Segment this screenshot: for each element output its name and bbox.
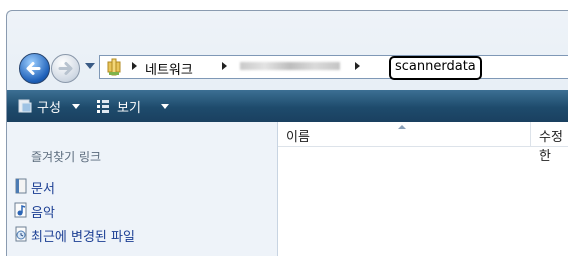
- command-bar: 구성 보기: [7, 90, 568, 122]
- back-button[interactable]: [19, 53, 50, 84]
- forward-arrow-icon: [58, 62, 73, 75]
- organize-chevron-down-icon[interactable]: [72, 104, 80, 109]
- view-chevron-down-icon[interactable]: [161, 104, 169, 109]
- redacted-computer-name[interactable]: [240, 62, 340, 70]
- sort-ascending-icon: [398, 125, 406, 129]
- view-button[interactable]: 보기: [117, 97, 141, 116]
- navigation-pane: 즐겨찾기 링크 문서 음악 최근에 변경된 파일: [7, 122, 278, 256]
- link-documents[interactable]: 문서: [31, 178, 55, 197]
- link-recent-files[interactable]: 최근에 변경된 파일: [31, 226, 135, 245]
- content-area: 즐겨찾기 링크 문서 음악 최근에 변경된 파일 이름 수정한: [7, 122, 568, 256]
- forward-button[interactable]: [51, 54, 80, 83]
- favorite-links-header: 즐겨찾기 링크: [31, 150, 102, 164]
- link-music[interactable]: 음악: [31, 202, 55, 221]
- explorer-window: 네트워크 scannerdata 구성 보기 즐겨찾기 링크 문서 음악 최근에…: [6, 10, 568, 256]
- breadcrumb-separator-icon[interactable]: [355, 62, 360, 70]
- breadcrumb-separator-icon[interactable]: [222, 62, 227, 70]
- organize-button[interactable]: 구성: [37, 97, 61, 116]
- breadcrumb-separator-icon[interactable]: [132, 62, 137, 70]
- column-header-name-label: 이름: [286, 130, 310, 145]
- back-arrow-icon: [26, 62, 41, 75]
- network-folder-icon: [107, 58, 121, 76]
- recent-files-icon[interactable]: [13, 226, 29, 242]
- breadcrumb-current-folder[interactable]: scannerdata: [389, 56, 482, 80]
- view-icon: [97, 100, 109, 113]
- column-header-modified[interactable]: 수정한: [531, 122, 568, 164]
- column-header-name[interactable]: 이름: [278, 122, 531, 147]
- documents-icon[interactable]: [13, 178, 29, 194]
- address-bar[interactable]: 네트워크 scannerdata: [99, 55, 568, 80]
- recent-pages-chevron-down-icon[interactable]: [85, 63, 95, 69]
- music-icon[interactable]: [13, 202, 29, 218]
- navigation-bar: 네트워크 scannerdata: [7, 43, 568, 87]
- organize-icon: [18, 99, 32, 113]
- breadcrumb-network[interactable]: 네트워크: [145, 59, 193, 78]
- column-header-modified-label: 수정한: [539, 130, 563, 164]
